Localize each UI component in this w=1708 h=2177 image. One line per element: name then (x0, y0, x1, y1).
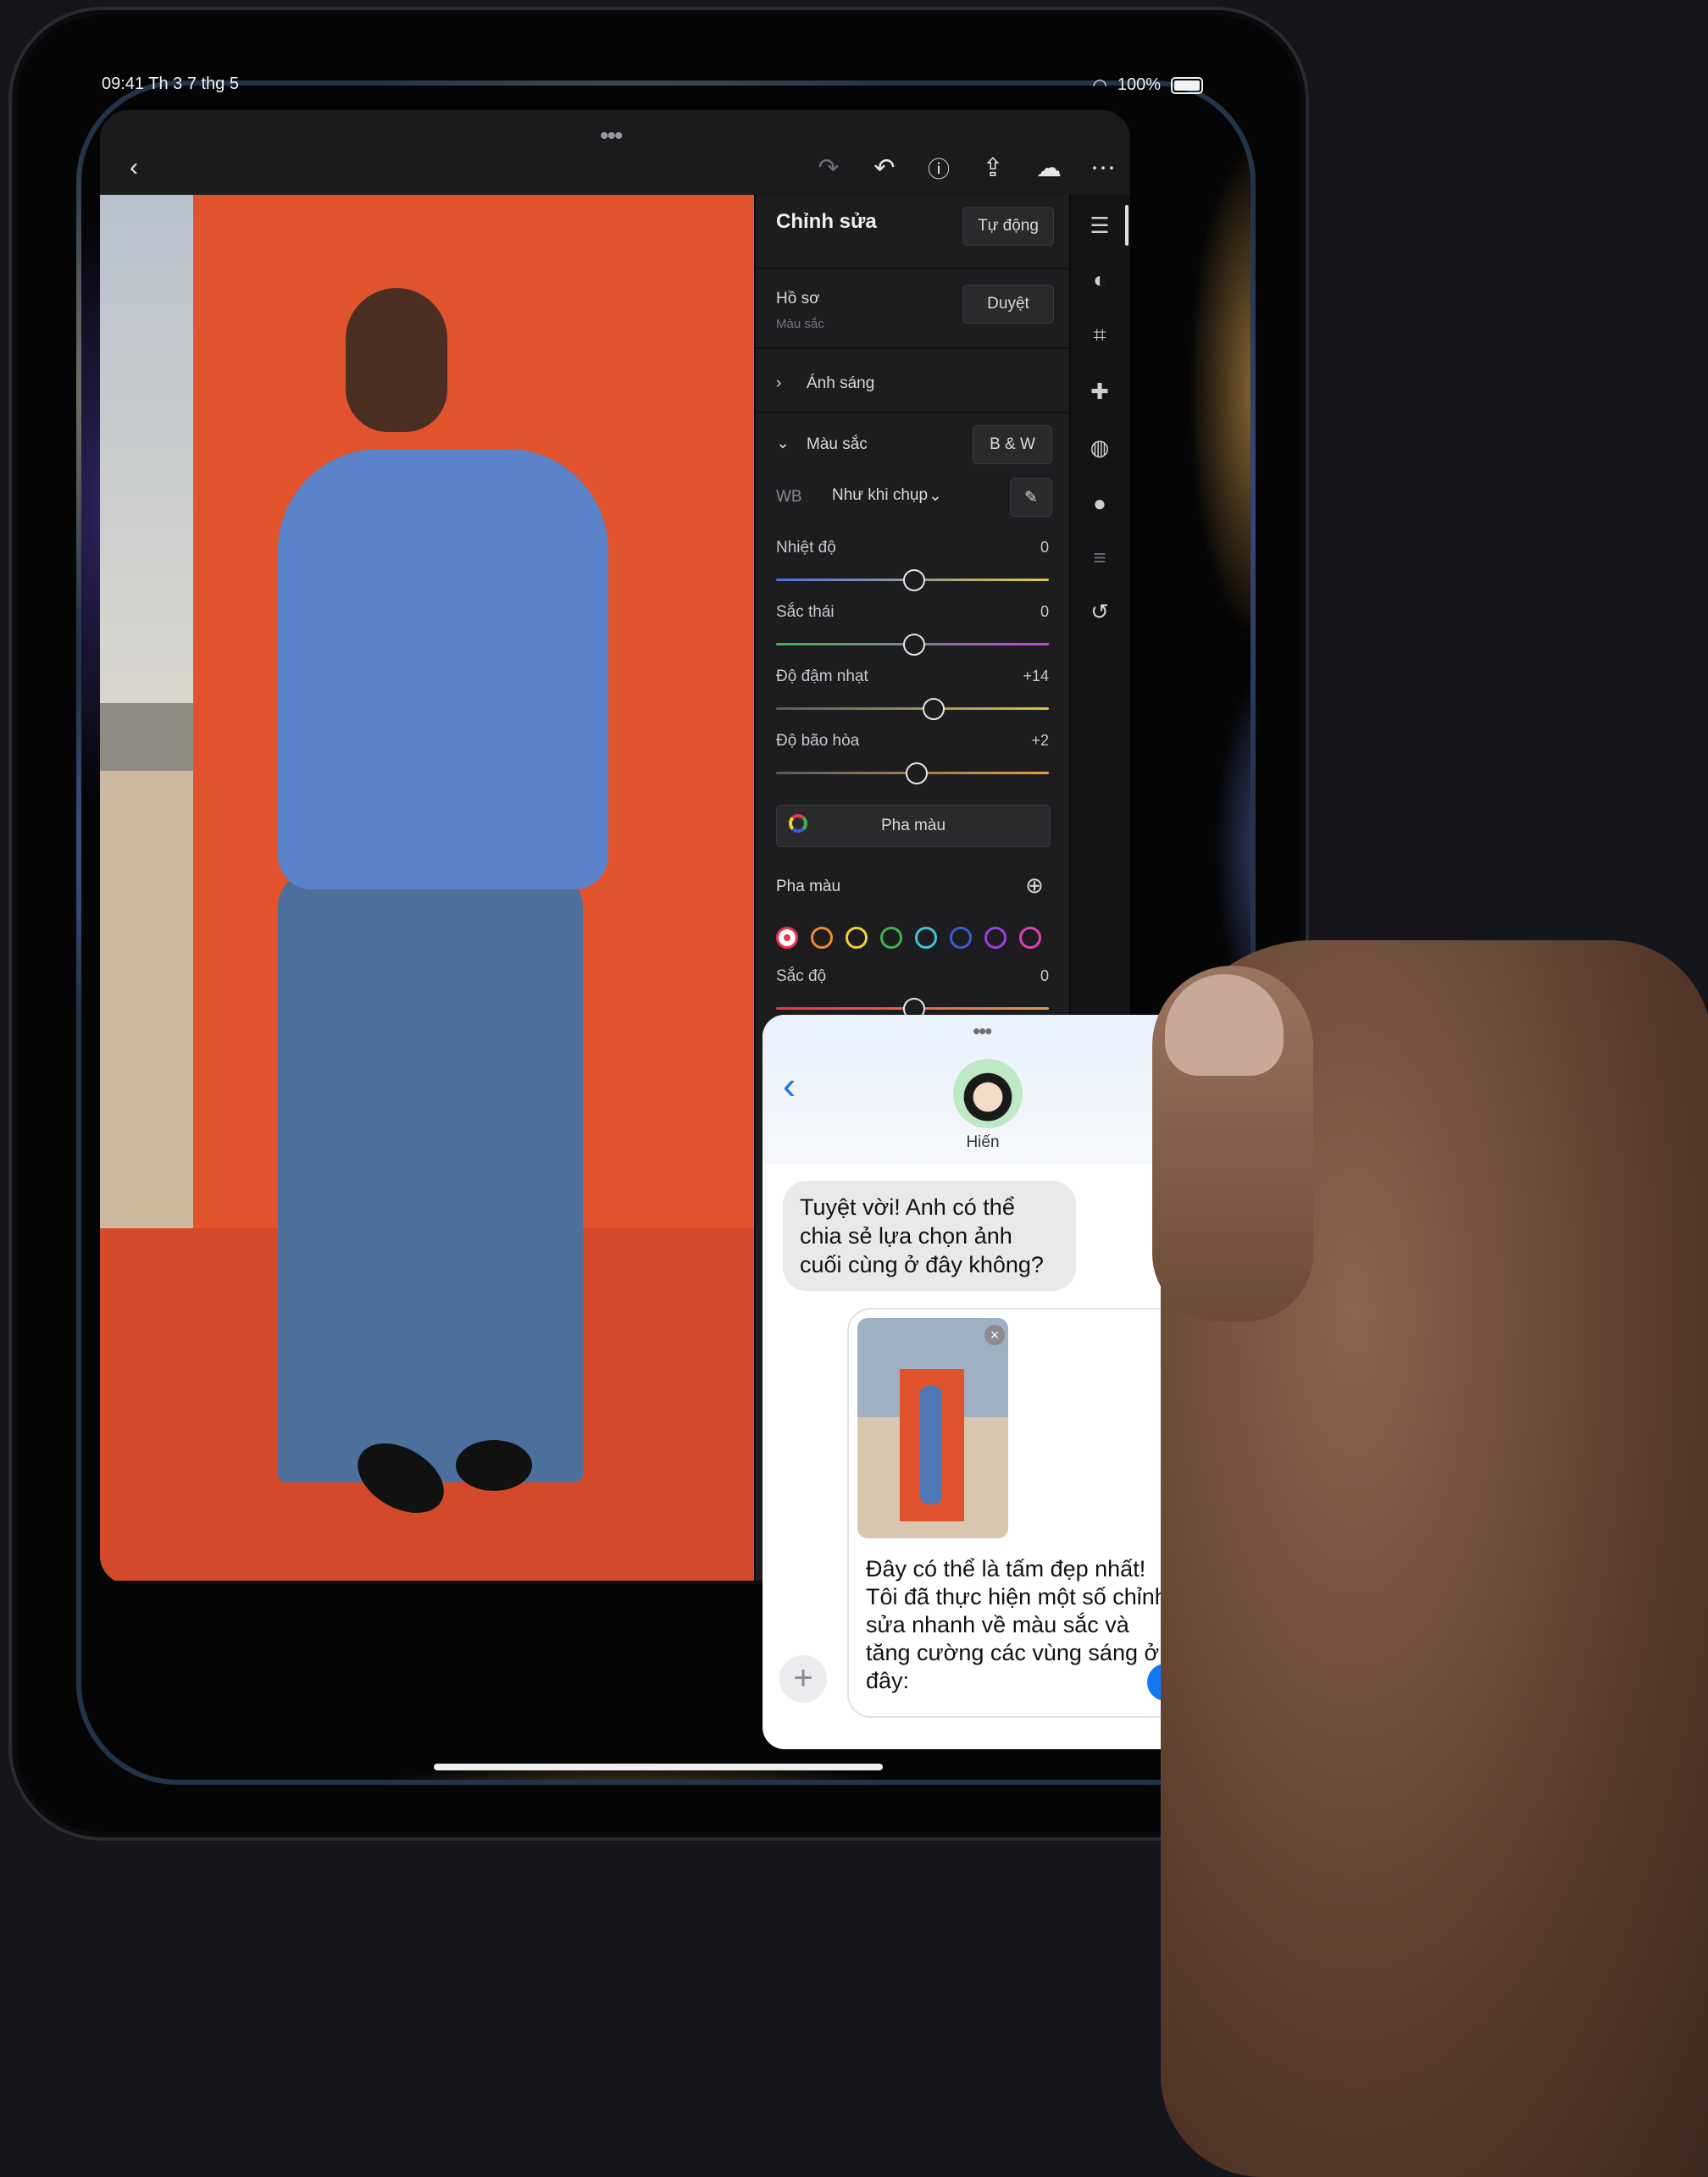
slider-2[interactable]: Độ đậm nhạt +14 (776, 668, 1049, 727)
photo-canvas[interactable] (100, 195, 754, 1581)
color-swatch[interactable] (880, 927, 902, 949)
drop-icon[interactable]: ● (1083, 486, 1117, 520)
color-swatch[interactable] (1019, 927, 1041, 949)
blur-icon[interactable]: ◍ (1083, 430, 1117, 464)
color-swatch[interactable] (950, 927, 972, 949)
attached-photo[interactable]: × (857, 1318, 1008, 1538)
wb-dropdown[interactable]: Như khi chụp (832, 486, 928, 505)
browse-button[interactable]: Duyệt (962, 285, 1054, 324)
auto-button[interactable]: Tự động (962, 207, 1054, 246)
help-icon[interactable]: ⓘ (922, 151, 956, 185)
color-swatch[interactable] (811, 927, 833, 949)
color-section-chevron-icon[interactable]: ⌄ (776, 434, 790, 453)
draft-text[interactable]: Đây có thể là tấm đẹp nhất! Tôi đã thực … (866, 1555, 1171, 1695)
panel-title: Chỉnh sửa (776, 210, 877, 233)
undo-icon[interactable]: ↶ (868, 151, 901, 185)
home-indicator (434, 1764, 883, 1770)
wifi-icon: ◠ (1092, 76, 1107, 95)
back-icon[interactable]: ‹ (783, 1062, 796, 1108)
slider-value: 0 (1040, 603, 1049, 620)
remove-attachment-icon[interactable]: × (984, 1325, 1005, 1345)
color-swatch[interactable] (776, 927, 798, 949)
slider-label: Độ đậm nhạt (776, 668, 868, 685)
color-swatches (776, 927, 1049, 952)
back-icon[interactable]: ‹ (117, 151, 151, 185)
status-time-date: 09:41 Th 3 7 thg 5 (102, 75, 239, 93)
slider-value: +2 (1031, 732, 1049, 749)
messages-window: ••• ‹ Hiến Tuyệt vời! Anh có thể chia sẻ… (762, 1015, 1203, 1749)
target-adjust-icon[interactable]: ⊕ (1018, 869, 1051, 901)
slider-1[interactable]: Sắc thái 0 (776, 603, 1049, 662)
chevron-down-icon[interactable]: ⌄ (929, 486, 942, 506)
contact-name[interactable]: Hiến (762, 1133, 1203, 1152)
slider-knob[interactable] (903, 634, 925, 656)
slider-value: 0 (1040, 539, 1049, 556)
history-icon[interactable]: ↺ (1083, 595, 1117, 629)
add-attachment-button[interactable]: + (779, 1655, 827, 1703)
slider-label: Nhiệt độ (776, 539, 836, 557)
wb-label: WB (776, 488, 802, 506)
mask-icon[interactable]: ◐ (1083, 263, 1117, 296)
window-grabber-icon[interactable]: ••• (600, 122, 623, 151)
sliders-icon[interactable]: ☰ (1083, 208, 1117, 242)
slider-label: Sắc thái (776, 603, 835, 621)
window-grabber-icon[interactable]: ••• (973, 1018, 992, 1044)
more-icon[interactable]: ⋯ (1086, 151, 1120, 185)
slider-3[interactable]: Độ bão hòa +2 (776, 732, 1049, 791)
battery-percent: 100% (1117, 75, 1161, 94)
heal-icon[interactable]: ✚ (1083, 374, 1117, 408)
color-swatch[interactable] (984, 927, 1006, 949)
compose-field[interactable]: × Đây có thể là tấm đẹp nhất! Tôi đã thự… (847, 1308, 1193, 1718)
color-mix-label: Pha màu (776, 878, 841, 895)
profile-value: Màu sắc (776, 317, 824, 331)
color-swatch[interactable] (846, 927, 868, 949)
slider-knob[interactable] (922, 698, 945, 720)
redo-icon[interactable]: ↷ (812, 151, 846, 185)
color-section[interactable]: Màu sắc (807, 435, 868, 454)
cloud-sync-icon[interactable]: ☁ (1032, 151, 1066, 185)
bw-button[interactable]: B & W (973, 425, 1052, 464)
color-wheel-icon (789, 814, 807, 833)
lightroom-toolbar: ••• ‹ ↷ ↶ ⓘ ⇪ ☁ ⋯ (100, 110, 1130, 195)
share-icon[interactable]: ⇪ (976, 151, 1010, 185)
incoming-message: Tuyệt vời! Anh có thể chia sẻ lựa chọn ả… (783, 1181, 1076, 1291)
slider-knob[interactable] (906, 762, 929, 784)
slider-knob[interactable] (903, 569, 925, 591)
light-section[interactable]: Ánh sáng (807, 374, 874, 393)
slider-label: Độ bão hòa (776, 732, 860, 750)
crop-icon[interactable]: ⌗ (1083, 319, 1117, 352)
status-bar: 09:41 Th 3 7 thg 5 ◠ 100% (102, 75, 1203, 95)
light-section-chevron-icon[interactable]: › (776, 374, 781, 393)
profile-label: Hồ sơ (776, 290, 820, 307)
messages-header: ••• ‹ Hiến (762, 1015, 1203, 1164)
battery-icon (1171, 76, 1203, 94)
avatar[interactable] (953, 1059, 1023, 1128)
slider-0[interactable]: Nhiệt độ 0 (776, 539, 1049, 598)
eyedropper-icon[interactable]: ✎ (1010, 478, 1052, 517)
presets-icon[interactable]: ≡ (1083, 540, 1117, 574)
color-mix-button[interactable]: Pha màu (776, 805, 1051, 847)
color-swatch[interactable] (915, 927, 937, 949)
slider-track[interactable] (776, 707, 1049, 710)
slider-value: +14 (1023, 668, 1049, 684)
